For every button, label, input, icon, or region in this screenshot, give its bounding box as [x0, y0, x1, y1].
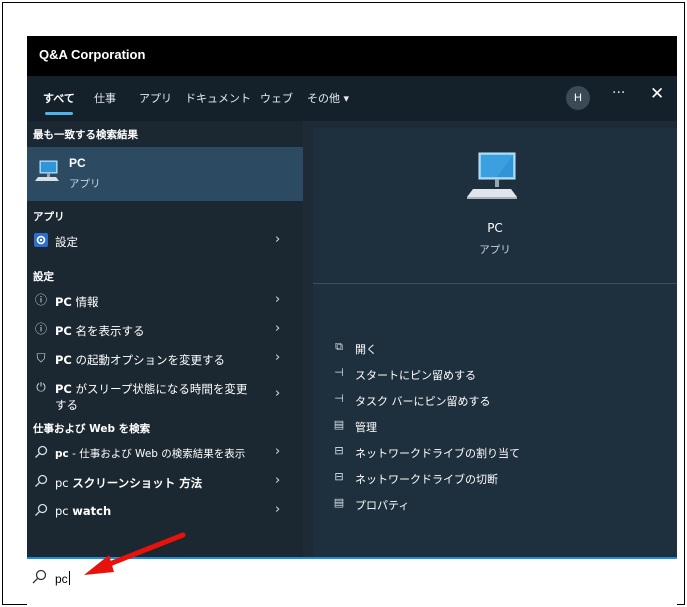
power-icon: ⏻ [36, 380, 46, 394]
item-text-line2: する [55, 398, 78, 412]
settings-gear-icon [34, 233, 48, 247]
preview-subtitle: アプリ [479, 244, 511, 256]
item-text: 情報 [71, 295, 99, 309]
text-caret [68, 571, 70, 585]
organization-name: Q&A Corporation [39, 47, 146, 62]
tab-web[interactable]: ウェブ [260, 90, 293, 106]
chevron-right-icon: › [275, 502, 281, 517]
filter-tab-bar: すべて 仕事 アプリ ドキュメント ウェブ その他 ▾ H ··· ✕ [27, 76, 677, 121]
match-text: PC [55, 295, 72, 309]
match-text: pc [55, 448, 69, 460]
recovery-icon: ⛉ [36, 351, 46, 365]
web-search-heading: 仕事および Web を検索 [33, 423, 151, 435]
action-label: 管理 [355, 421, 377, 434]
chevron-right-icon: › [275, 473, 281, 488]
item-text: 名を表示する [71, 324, 145, 338]
apps-heading: アプリ [33, 211, 65, 223]
tab-work[interactable]: 仕事 [94, 90, 116, 106]
user-avatar[interactable]: H [566, 86, 590, 110]
pin-icon: ⊣ [334, 392, 344, 405]
info-icon: ⓘ [34, 322, 47, 336]
web-item-pc-watch[interactable]: pc watch › [27, 497, 303, 525]
suggestion-text: スクリーンショット 方法 [72, 476, 203, 490]
pc-monitor-icon [35, 160, 59, 181]
divider [313, 283, 677, 284]
item-text: の起動オプションを変更する [71, 353, 226, 367]
web-item-pc-results[interactable]: pc - 仕事および Web の検索結果を表示 › [27, 439, 303, 467]
windows-search-panel: Q&A Corporation すべて 仕事 アプリ ドキュメント ウェブ その… [27, 36, 677, 606]
tab-all[interactable]: すべて [43, 90, 75, 115]
tab-apps[interactable]: アプリ [139, 90, 172, 106]
tab-more[interactable]: その他 ▾ [307, 90, 349, 106]
title-bar: Q&A Corporation [27, 36, 677, 76]
tab-documents[interactable]: ドキュメント [185, 90, 251, 106]
info-icon: ⓘ [34, 293, 47, 307]
search-icon [32, 569, 47, 584]
network-drive-icon: ⊟ [334, 444, 344, 457]
results-list: 最も一致する検索結果 PC アプリ アプリ 設定 › 設定 ⓘ PC 情報 › … [27, 121, 303, 557]
chevron-right-icon: › [275, 232, 281, 247]
preview-title: PC [487, 221, 503, 235]
network-drive-icon: ⊟ [334, 470, 344, 483]
preview-pane: PC アプリ ⧉ 開く ⊣ スタートにピン留めする ⊣ タスク バーにピン留めす… [313, 128, 677, 563]
action-label: タスク バーにピン留めする [355, 395, 491, 408]
chevron-right-icon: › [275, 350, 281, 365]
search-input-value: pc [55, 572, 68, 586]
action-label: スタートにピン留めする [355, 369, 476, 382]
search-box[interactable]: pc [27, 557, 677, 606]
action-label: ネットワークドライブの割り当て [355, 447, 520, 460]
app-item-settings[interactable]: 設定 › [27, 227, 303, 255]
item-text: pc [55, 504, 73, 518]
search-input[interactable]: pc [55, 571, 70, 586]
pc-monitor-icon [467, 152, 517, 199]
settings-item-pc-name[interactable]: ⓘ PC 名を表示する › [27, 316, 303, 344]
match-text: PC [55, 324, 72, 338]
close-button[interactable]: ✕ [650, 84, 664, 104]
settings-item-pc-info[interactable]: ⓘ PC 情報 › [27, 287, 303, 315]
item-text: - 仕事および Web の検索結果を表示 [68, 448, 246, 460]
action-label: プロパティ [355, 499, 410, 512]
open-icon: ⧉ [335, 340, 343, 353]
action-label: 開く [355, 343, 377, 356]
more-options-button[interactable]: ··· [612, 85, 625, 101]
suggestion-text: watch [72, 504, 112, 518]
match-text: PC [55, 353, 72, 367]
best-match-item[interactable]: PC アプリ [27, 147, 303, 201]
properties-icon: ▤ [333, 496, 345, 509]
item-text: pc [55, 476, 73, 490]
settings-item-sleep-time[interactable]: ⏻ PC がスリープ状態になる時間を変更する › [27, 374, 303, 414]
pin-icon: ⊣ [334, 366, 344, 379]
best-match-title: PC [69, 156, 86, 170]
chevron-right-icon: › [275, 292, 281, 307]
action-label: ネットワークドライブの切断 [355, 473, 498, 486]
settings-item-startup-options[interactable]: ⛉ PC の起動オプションを変更する › [27, 345, 303, 373]
item-text: がスリープ状態になる時間を変更 [71, 382, 248, 396]
app-item-label: 設定 [55, 235, 78, 249]
manage-icon: ▤ [333, 418, 345, 431]
web-item-pc-screenshot[interactable]: pc スクリーンショット 方法 › [27, 468, 303, 496]
best-match-heading: 最も一致する検索結果 [33, 129, 138, 141]
search-icon [35, 503, 48, 516]
search-icon [35, 474, 48, 487]
search-icon [35, 445, 48, 458]
chevron-right-icon: › [275, 444, 281, 459]
chevron-right-icon: › [275, 321, 281, 336]
best-match-subtitle: アプリ [69, 178, 101, 190]
chevron-right-icon: › [275, 386, 281, 401]
match-text: PC [55, 382, 72, 396]
settings-heading: 設定 [33, 271, 54, 283]
